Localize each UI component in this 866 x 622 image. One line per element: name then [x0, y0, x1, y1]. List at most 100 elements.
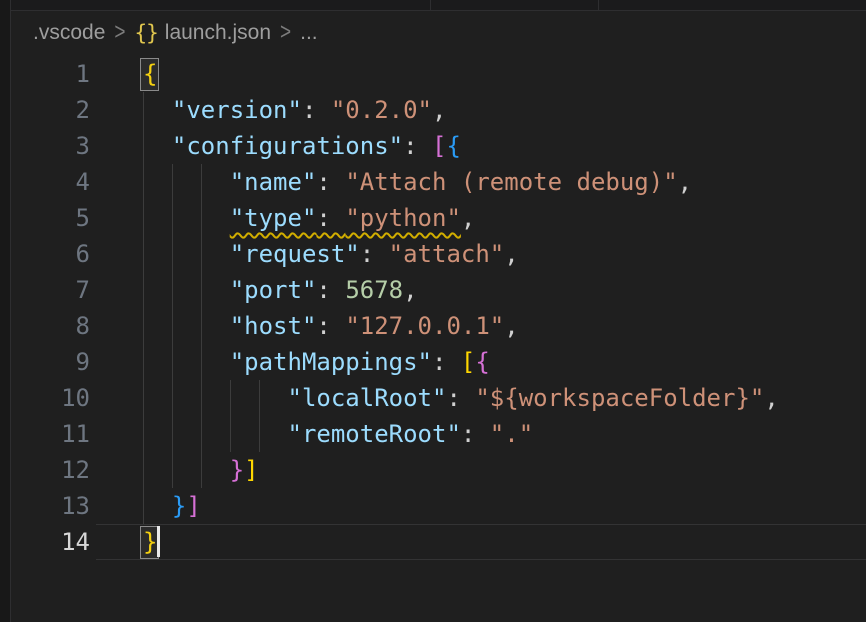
code-token: { — [475, 348, 489, 376]
line-number[interactable]: 2 — [11, 92, 90, 128]
code-token: ] — [186, 492, 200, 520]
code-token — [143, 276, 230, 304]
code-token: , — [504, 312, 518, 340]
code-token: , — [764, 384, 778, 412]
code-token — [143, 240, 230, 268]
code-token: , — [403, 276, 417, 304]
breadcrumb-item-[interactable]: ... — [300, 21, 318, 45]
code-line-3[interactable]: "configurations": [{ — [143, 128, 461, 164]
line-number[interactable]: 4 — [11, 164, 90, 200]
line-number[interactable]: 11 — [11, 416, 90, 452]
code-token: : — [316, 312, 345, 340]
code-token — [143, 168, 230, 196]
line-number[interactable]: 10 — [11, 380, 90, 416]
vscode-editor-window: .vscode>{}launch.json>... 12345678910111… — [0, 0, 866, 622]
line-number[interactable]: 12 — [11, 452, 90, 488]
code-token: } — [230, 456, 244, 484]
code-token: "host" — [230, 312, 317, 340]
code-token: "remoteRoot" — [288, 420, 461, 448]
code-token: , — [461, 204, 475, 232]
code-token: "name" — [230, 168, 317, 196]
code-token: "version" — [172, 96, 302, 124]
code-token: } — [172, 492, 186, 520]
code-token: "Attach (remote debug)" — [345, 168, 677, 196]
tab-divider — [430, 0, 431, 10]
code-line-10[interactable]: "localRoot": "${workspaceFolder}", — [143, 380, 779, 416]
code-token: "request" — [230, 240, 360, 268]
code-token: : — [403, 132, 432, 160]
code-token: "type" — [230, 204, 317, 232]
tab-divider — [598, 0, 599, 10]
line-number[interactable]: 13 — [11, 488, 90, 524]
breadcrumb: .vscode > {} launch.json >... — [11, 11, 866, 55]
line-number[interactable]: 6 — [11, 236, 90, 272]
code-token: : — [446, 384, 475, 412]
code-token — [143, 492, 172, 520]
code-token: , — [504, 240, 518, 268]
breadcrumb-item-launchjson[interactable]: {} launch.json — [134, 21, 271, 45]
code-token: : — [432, 348, 461, 376]
code-token: "pathMappings" — [230, 348, 432, 376]
code-token: ] — [244, 456, 258, 484]
code-token: , — [678, 168, 692, 196]
current-line-highlight — [96, 524, 866, 560]
code-token: "${workspaceFolder}" — [475, 384, 764, 412]
breadcrumb-label: launch.json — [165, 21, 271, 45]
line-number[interactable]: 14 — [11, 524, 90, 560]
code-token — [143, 132, 172, 160]
code-token: : — [302, 96, 331, 124]
code-token: : — [316, 204, 345, 232]
bracket-match-highlight — [140, 58, 159, 91]
code-token: { — [446, 132, 460, 160]
line-number[interactable]: 8 — [11, 308, 90, 344]
code-token: 5678 — [345, 276, 403, 304]
code-token: "0.2.0" — [331, 96, 432, 124]
code-line-7[interactable]: "port": 5678, — [143, 272, 418, 308]
code-token: "python" — [345, 204, 461, 232]
code-token: "port" — [230, 276, 317, 304]
code-line-4[interactable]: "name": "Attach (remote debug)", — [143, 164, 692, 200]
breadcrumb-item-vscode[interactable]: .vscode — [33, 21, 105, 45]
code-token — [143, 204, 230, 232]
line-number[interactable]: 3 — [11, 128, 90, 164]
code-token: "127.0.0.1" — [345, 312, 504, 340]
code-token — [143, 384, 288, 412]
code-token: : — [360, 240, 389, 268]
breadcrumb-separator-icon: > — [114, 19, 125, 47]
code-token: , — [432, 96, 446, 124]
code-token — [143, 456, 230, 484]
code-line-9[interactable]: "pathMappings": [{ — [143, 344, 490, 380]
code-line-5[interactable]: "type": "python", — [143, 200, 475, 236]
code-token — [143, 96, 172, 124]
code-line-8[interactable]: "host": "127.0.0.1", — [143, 308, 519, 344]
code-token: "configurations" — [172, 132, 403, 160]
tab-bar — [11, 0, 866, 11]
code-token: : — [316, 168, 345, 196]
text-cursor — [157, 526, 160, 557]
line-number[interactable]: 9 — [11, 344, 90, 380]
code-token — [143, 312, 230, 340]
code-line-12[interactable]: }] — [143, 452, 259, 488]
line-number[interactable]: 1 — [11, 56, 90, 92]
code-line-2[interactable]: "version": "0.2.0", — [143, 92, 446, 128]
code-token: "." — [490, 420, 533, 448]
code-token — [143, 420, 288, 448]
line-number[interactable]: 7 — [11, 272, 90, 308]
breadcrumb-label: .vscode — [33, 21, 105, 45]
code-line-11[interactable]: "remoteRoot": "." — [143, 416, 533, 452]
code-token: "localRoot" — [288, 384, 447, 412]
breadcrumb-label: ... — [300, 21, 318, 45]
sidebar-edge — [0, 0, 11, 622]
code-token: [ — [432, 132, 446, 160]
code-token: [ — [461, 348, 475, 376]
breadcrumb-separator-icon: > — [280, 19, 291, 47]
line-number[interactable]: 5 — [11, 200, 90, 236]
code-editor[interactable]: 1234567891011121314 { "version": "0.2.0"… — [11, 55, 866, 622]
code-line-6[interactable]: "request": "attach", — [143, 236, 519, 272]
code-line-13[interactable]: }] — [143, 488, 201, 524]
json-braces-icon: {} — [134, 21, 157, 45]
code-token — [143, 348, 230, 376]
code-token: : — [461, 420, 490, 448]
code-token: : — [316, 276, 345, 304]
code-token: "attach" — [389, 240, 505, 268]
